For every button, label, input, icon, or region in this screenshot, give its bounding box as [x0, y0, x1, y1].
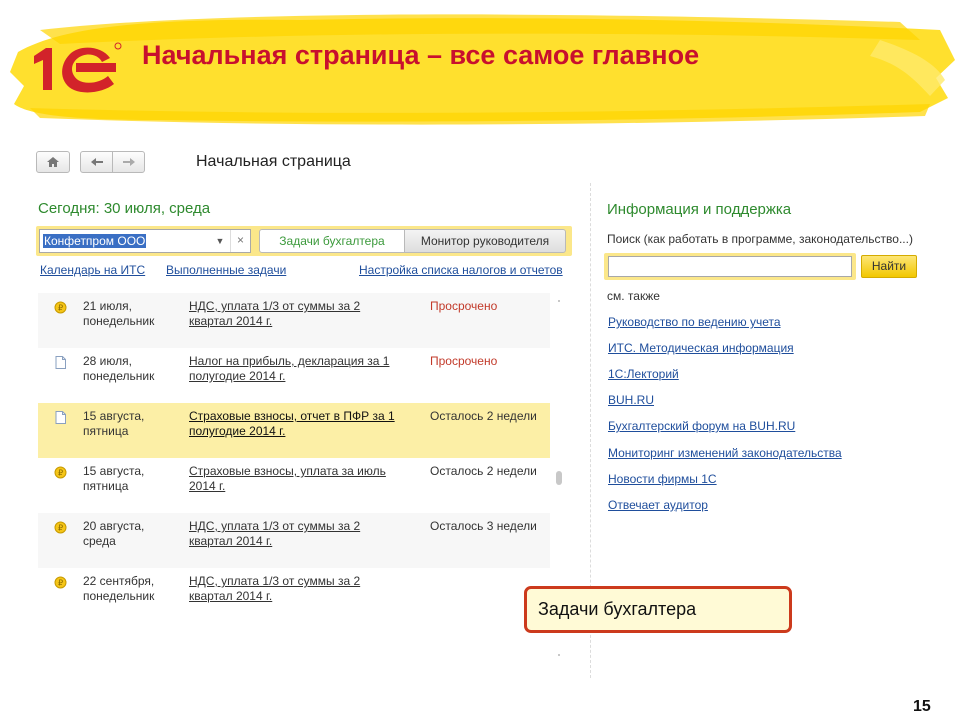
- home-icon: [47, 157, 59, 167]
- back-button[interactable]: [80, 151, 113, 173]
- page-number: 15: [913, 698, 931, 715]
- support-link[interactable]: Отвечает аудитор: [608, 498, 708, 512]
- svg-text:₽: ₽: [58, 304, 63, 313]
- table-row[interactable]: 28 июля, понедельник Налог на прибыль, де…: [38, 348, 550, 403]
- task-status: Просрочено: [430, 354, 498, 368]
- forward-button[interactable]: [112, 151, 145, 173]
- support-link[interactable]: Бухгалтерский форум на BUH.RU: [608, 419, 795, 433]
- find-button[interactable]: Найти: [861, 255, 917, 278]
- completed-tasks-link[interactable]: Выполненные задачи: [166, 263, 286, 277]
- tab-manager-monitor[interactable]: Монитор руководителя: [404, 229, 566, 253]
- task-link[interactable]: НДС, уплата 1/3 от суммы за 2 квартал 201…: [189, 299, 414, 329]
- tax-list-settings-link[interactable]: Настройка списка налогов и отчетов: [359, 263, 563, 277]
- tab-accountant-tasks[interactable]: Задачи бухгалтера: [259, 229, 405, 253]
- support-link[interactable]: Новости фирмы 1С: [608, 472, 717, 486]
- task-date: 15 августа, пятница: [83, 464, 145, 493]
- task-status: Осталось 2 недели: [430, 464, 537, 478]
- task-status: Просрочено: [430, 299, 498, 313]
- organization-select[interactable]: Конфетпром ООО ▼ ×: [39, 229, 251, 253]
- scrollbar-top-marker: [558, 300, 560, 302]
- chevron-down-icon[interactable]: ▼: [210, 230, 230, 252]
- coin-icon: ₽: [54, 576, 67, 589]
- scrollbar-thumb[interactable]: [556, 471, 562, 485]
- table-row[interactable]: ₽ 22 сентября, понедельник НДС, уплата 1/…: [38, 568, 550, 623]
- table-row[interactable]: ₽ 15 августа, пятница Страховые взносы, у…: [38, 458, 550, 513]
- organization-value: Конфетпром ООО: [43, 234, 147, 248]
- support-link[interactable]: BUH.RU: [608, 393, 654, 407]
- table-row[interactable]: ₽ 20 августа, среда НДС, уплата 1/3 от су…: [38, 513, 550, 568]
- see-also-label: см. также: [607, 289, 660, 303]
- page-title: Начальная страница – все самое главное: [142, 40, 700, 70]
- document-icon: [55, 411, 66, 424]
- svg-text:₽: ₽: [58, 579, 63, 588]
- scrollbar-bottom-marker: [558, 654, 560, 656]
- coin-icon: ₽: [54, 301, 67, 314]
- task-status: Осталось 3 недели: [430, 519, 537, 533]
- task-date: 28 июля, понедельник: [83, 354, 155, 383]
- support-link[interactable]: ИТС. Методическая информация: [608, 341, 794, 355]
- 1c-logo: [34, 42, 122, 93]
- support-link[interactable]: Руководство по ведению учета: [608, 315, 781, 329]
- table-row[interactable]: 15 августа, пятница Страховые взносы, отч…: [38, 403, 550, 458]
- page-heading: Начальная страница: [196, 153, 351, 170]
- task-link[interactable]: НДС, уплата 1/3 от суммы за 2 квартал 201…: [189, 519, 414, 549]
- support-link[interactable]: Мониторинг изменений законодательства: [608, 446, 842, 460]
- arrow-right-icon: [122, 158, 135, 166]
- task-link[interactable]: НДС, уплата 1/3 от суммы за 2 квартал 201…: [189, 574, 414, 604]
- task-link[interactable]: Налог на прибыль, декларация за 1 полугод…: [189, 354, 414, 384]
- task-link[interactable]: Страховые взносы, уплата за июль 2014 г.: [189, 464, 414, 494]
- svg-text:₽: ₽: [58, 524, 63, 533]
- table-row[interactable]: ₽ 21 июля, понедельник НДС, уплата 1/3 от…: [38, 293, 550, 348]
- support-link[interactable]: 1С:Лекторий: [608, 367, 679, 381]
- coin-icon: ₽: [54, 466, 67, 479]
- svg-text:₽: ₽: [58, 469, 63, 478]
- today-date-heading: Сегодня: 30 июля, среда: [38, 200, 211, 217]
- home-button[interactable]: [36, 151, 70, 173]
- search-input[interactable]: [608, 256, 852, 277]
- its-calendar-link[interactable]: Календарь на ИТС: [40, 263, 145, 277]
- task-date: 15 августа, пятница: [83, 409, 145, 438]
- info-support-heading: Информация и поддержка: [607, 201, 792, 218]
- search-label: Поиск (как работать в программе, законод…: [607, 232, 913, 246]
- clear-icon[interactable]: ×: [230, 230, 250, 252]
- task-date: 20 августа, среда: [83, 519, 145, 548]
- task-link[interactable]: Страховые взносы, отчет в ПФР за 1 полуго…: [189, 409, 414, 439]
- task-status: Осталось 2 недели: [430, 409, 537, 423]
- task-date: 22 сентября, понедельник: [83, 574, 155, 603]
- callout-box: Задачи бухгалтера: [524, 586, 792, 633]
- coin-icon: ₽: [54, 521, 67, 534]
- task-date: 21 июля, понедельник: [83, 299, 155, 328]
- document-icon: [55, 356, 66, 369]
- arrow-left-icon: [90, 158, 103, 166]
